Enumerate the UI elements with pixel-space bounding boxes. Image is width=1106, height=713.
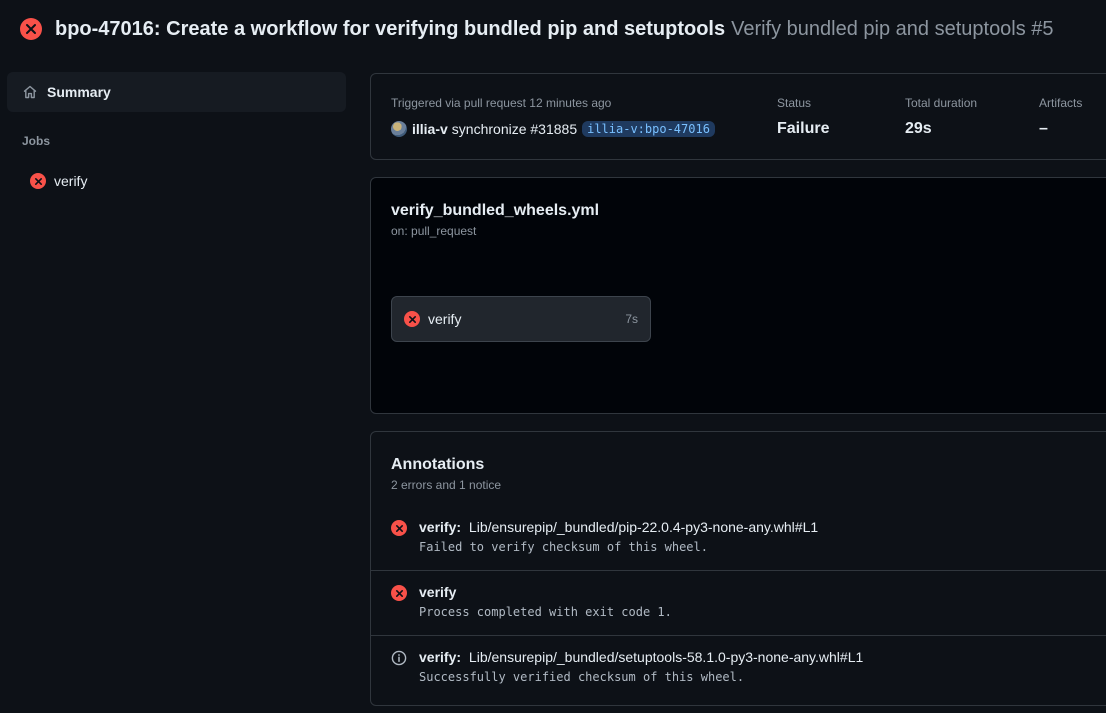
info-icon	[391, 650, 407, 666]
jobs-heading: Jobs	[22, 134, 51, 148]
sidebar: Summary Jobs verify	[0, 72, 350, 189]
trigger-details: illia-v synchronize #31885 illia-v:bpo-4…	[391, 121, 715, 137]
x-circle-fill-icon	[391, 585, 407, 601]
annotation-job: verify:	[419, 649, 462, 665]
annotation-message: Process completed with exit code 1.	[419, 605, 672, 619]
user-link[interactable]: illia-v	[412, 121, 448, 137]
workflow-file-name: verify_bundled_wheels.yml	[391, 202, 600, 219]
workflow-trigger: on: pull_request	[391, 224, 477, 238]
annotation-file-link[interactable]: Lib/ensurepip/_bundled/setuptools-58.1.0…	[469, 649, 863, 665]
job-name: verify	[428, 311, 462, 327]
annotations-summary: 2 errors and 1 notice	[391, 478, 502, 492]
annotation-item: verify: Lib/ensurepip/_bundled/pip-22.0.…	[371, 511, 1106, 576]
annotation-file-link[interactable]: Lib/ensurepip/_bundled/pip-22.0.4-py3-no…	[469, 519, 818, 535]
run-subtitle: Verify bundled pip and setuptools #5	[731, 17, 1054, 40]
x-circle-fill-icon	[20, 18, 42, 40]
duration-value: 29s	[905, 120, 932, 137]
annotations-title: Annotations	[391, 456, 485, 473]
run-title: bpo-47016: Create a workflow for verifyi…	[55, 17, 726, 40]
branch-label[interactable]: illia-v:bpo-47016	[582, 121, 715, 137]
duration-stat: Total duration 29s	[905, 96, 977, 138]
status-value: Failure	[777, 120, 830, 137]
annotations-panel: Annotations 2 errors and 1 notice verify…	[370, 431, 1106, 706]
sidebar-item-label: Summary	[47, 84, 111, 100]
job-duration: 7s	[625, 312, 638, 326]
trigger-text: Triggered via pull request 12 minutes ag…	[391, 96, 612, 110]
run-summary-panel: Triggered via pull request 12 minutes ag…	[370, 73, 1106, 160]
duration-label: Total duration	[905, 96, 978, 110]
sidebar-item-verify[interactable]: verify	[22, 172, 87, 190]
annotation-job: verify:	[419, 519, 462, 535]
sidebar-item-summary[interactable]: Summary	[7, 72, 346, 112]
sidebar-item-label: verify	[54, 173, 88, 189]
workflow-graph-panel: verify_bundled_wheels.yml on: pull_reque…	[370, 177, 1106, 414]
home-icon	[23, 85, 37, 99]
status-stat: Status Failure	[777, 96, 829, 138]
annotation-job: verify	[419, 584, 457, 600]
artifacts-label: Artifacts	[1039, 96, 1083, 110]
annotation-message: Successfully verified checksum of this w…	[419, 670, 745, 684]
artifacts-value: –	[1039, 120, 1048, 137]
status-label: Status	[777, 96, 812, 110]
annotation-message: Failed to verify checksum of this wheel.	[419, 540, 708, 554]
job-card-verify[interactable]: verify 7s	[391, 296, 651, 342]
artifacts-stat: Artifacts –	[1039, 96, 1082, 138]
annotation-item: verify Process completed with exit code …	[371, 570, 1106, 635]
annotation-item: verify: Lib/ensurepip/_bundled/setuptool…	[371, 635, 1106, 700]
x-circle-fill-icon	[404, 311, 420, 327]
pr-link[interactable]: synchronize #31885	[452, 121, 577, 137]
avatar[interactable]	[391, 121, 407, 137]
x-circle-fill-icon	[391, 520, 407, 536]
run-header: bpo-47016: Create a workflow for verifyi…	[20, 17, 1054, 41]
x-circle-fill-icon	[30, 173, 46, 189]
